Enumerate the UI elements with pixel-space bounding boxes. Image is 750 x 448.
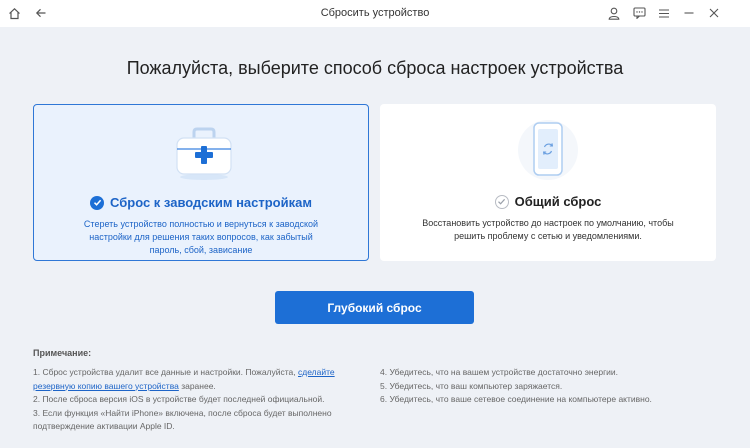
first-aid-kit-icon (174, 123, 234, 186)
note-item: 3. Если функция «Найти iPhone» включена,… (33, 407, 332, 432)
notes-left-column: 1. Сброс устройства удалит все данные и … (33, 366, 353, 434)
option-general-reset[interactable]: Общий сброс Восстановить устройство до н… (380, 104, 716, 261)
minimize-icon[interactable] (681, 5, 697, 21)
note-item: 1. Сброс устройства удалит все данные и … (33, 367, 335, 391)
menu-icon[interactable] (656, 5, 672, 21)
note-item: 6. Убедитесь, что ваше сетевое соединени… (380, 394, 652, 404)
option-description: Восстановить устройство до настроек по у… (422, 218, 674, 241)
feedback-icon[interactable] (631, 5, 647, 21)
note-item: 5. Убедитесь, что ваш компьютер заряжает… (380, 380, 563, 391)
notes-right-column: 4. Убедитесь, что на вашем устройстве до… (380, 366, 710, 407)
checkmark-icon (494, 194, 509, 209)
page-heading: Пожалуйста, выберите способ сброса настр… (126, 58, 624, 78)
checkmark-icon (90, 195, 104, 210)
phone-reset-icon (513, 120, 583, 187)
user-icon[interactable] (606, 5, 622, 21)
title-bar: Сбросить устройство (0, 0, 750, 27)
note-item: 2. После сброса версия iOS в устройстве … (33, 394, 325, 404)
deep-reset-button[interactable]: Глубокий сброс (275, 291, 474, 324)
option-description: Стереть устройство полностью и вернуться… (83, 219, 319, 255)
note-item: 4. Убедитесь, что на вашем устройстве до… (380, 367, 619, 377)
option-title: Общий сброс (514, 194, 602, 209)
option-title: Сброс к заводским настройкам (110, 195, 312, 210)
notes-title: Примечание: (33, 348, 92, 358)
option-factory-reset[interactable]: Сброс к заводским настройкам Стереть уст… (33, 104, 369, 261)
close-icon[interactable] (706, 5, 722, 21)
